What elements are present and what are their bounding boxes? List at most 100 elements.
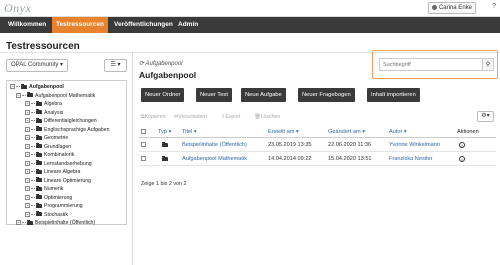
tree-node-label: Lineare Optimierung: [44, 177, 92, 184]
expand-icon[interactable]: +: [25, 194, 30, 200]
expand-icon[interactable]: +: [25, 143, 30, 149]
expand-icon[interactable]: +: [25, 186, 30, 192]
tree-connector: [31, 154, 35, 156]
tree-node[interactable]: + Optimierung: [25, 194, 72, 202]
tree-node-label: Analysis: [44, 109, 64, 116]
app-logo[interactable]: Onyx: [4, 1, 31, 16]
help-icon[interactable]: ?: [492, 3, 496, 10]
row-checkbox[interactable]: [141, 153, 146, 166]
tree-node-label: Englischsprachige Aufgaben: [44, 126, 110, 133]
nav-admin[interactable]: Admin: [174, 17, 202, 33]
tree-node[interactable]: + Analysis: [25, 109, 63, 117]
top-bar: Onyx Carina Enke ?: [0, 0, 500, 17]
expand-icon[interactable]: +: [16, 220, 21, 226]
new-task-button[interactable]: Neue Aufgabe: [241, 88, 286, 102]
community-label: OPAL Community: [11, 62, 59, 68]
new-folder-button[interactable]: Neuer Ordner: [141, 88, 185, 102]
info-icon[interactable]: i: [459, 153, 465, 166]
tree-connector: [31, 145, 35, 147]
refresh-icon[interactable]: ⟳: [139, 61, 144, 67]
folder-icon: [36, 177, 42, 183]
tree-node[interactable]: + Differentialgleichungen: [25, 117, 97, 125]
tree-node[interactable]: + Algebra: [25, 100, 62, 108]
col-titel[interactable]: Titel ▾: [182, 126, 197, 138]
expand-icon[interactable]: +: [25, 211, 30, 217]
table-row[interactable]: Aufgabenpool Mathematik 14.04.2014 09:22…: [139, 153, 496, 166]
copy-button[interactable]: ⧉ Kopieren: [141, 112, 165, 122]
tree-node[interactable]: + Kombinatorik: [25, 151, 74, 159]
tree-node[interactable]: + Lernstandserhebung: [25, 160, 92, 168]
expand-icon[interactable]: +: [25, 118, 30, 124]
expand-icon[interactable]: +: [25, 160, 30, 166]
nav-veroeffentlichungen[interactable]: Veröffentlichungen: [110, 17, 177, 33]
new-test-button[interactable]: Neuer Test: [196, 88, 232, 102]
tree-node-label: Stochastik: [44, 211, 68, 218]
community-dropdown[interactable]: OPAL Community ▾: [6, 59, 69, 72]
expand-icon[interactable]: +: [25, 101, 30, 107]
tree-node[interactable]: + Numerik: [25, 185, 63, 193]
col-autor[interactable]: Autor ▾: [389, 126, 407, 138]
delete-label: Löschen: [260, 114, 281, 120]
export-button[interactable]: ⇪ Export: [221, 112, 240, 122]
tree-node-label: Optimierung: [44, 194, 73, 201]
expand-icon[interactable]: +: [25, 109, 30, 115]
tree-node[interactable]: − Aufgabenpool: [10, 83, 64, 91]
expand-icon[interactable]: +: [25, 152, 30, 158]
breadcrumb-item[interactable]: Aufgabenpool: [145, 61, 182, 67]
new-questionnaire-button[interactable]: Neuer Fragebogen: [298, 88, 355, 102]
page-title: Testressourcen: [6, 41, 80, 52]
expand-icon[interactable]: +: [25, 177, 30, 183]
delete-button[interactable]: 🗑 Löschen: [254, 112, 280, 122]
row-created: 14.04.2014 09:22: [268, 156, 312, 162]
tree-connector: [31, 128, 35, 130]
nav-willkommen[interactable]: Willkommen: [4, 17, 50, 33]
tree-node[interactable]: + Stochastik: [25, 211, 68, 219]
col-typ[interactable]: Typ ▾: [158, 126, 171, 138]
expand-icon[interactable]: +: [25, 169, 30, 175]
select-all-checkbox[interactable]: [141, 126, 146, 138]
search-button[interactable]: ⚲: [483, 58, 494, 71]
row-title[interactable]: Aufgabenpool Mathematik: [182, 153, 247, 166]
collapse-icon[interactable]: −: [10, 84, 15, 90]
tree-node-label: Lineare Algebra: [44, 169, 81, 175]
tree-node-label: Beispielinhalte (Öffentlich): [35, 220, 96, 226]
import-content-button[interactable]: Inhalt importieren: [367, 88, 420, 102]
tree-node[interactable]: − Aufgabenpool Mathematik: [16, 92, 95, 100]
row-created: 23.05.2019 13:35: [268, 142, 312, 148]
folder-icon: [36, 134, 42, 140]
folder-icon: [162, 153, 170, 166]
folder-icon: [36, 202, 42, 208]
info-icon[interactable]: i: [459, 139, 465, 152]
tree-node-label: Kombinatorik: [44, 152, 75, 158]
collapse-icon[interactable]: −: [16, 92, 21, 98]
view-options-dropdown[interactable]: ☰ ▾: [104, 59, 127, 72]
row-author[interactable]: Yvonne Winkelmann: [389, 139, 440, 152]
user-menu-button[interactable]: Carina Enke: [427, 2, 476, 14]
move-button[interactable]: ⇄ Verschieben: [174, 112, 207, 122]
tree-node[interactable]: + Lineare Optimierung: [25, 177, 91, 185]
nav-testressourcen[interactable]: Testressourcen: [52, 17, 108, 33]
tree-node[interactable]: + Geometrie: [25, 134, 68, 142]
tree-connector: [31, 171, 35, 173]
tree-node-label: Geometrie: [44, 135, 69, 141]
row-checkbox[interactable]: [141, 139, 146, 152]
tree-node[interactable]: + Beispielinhalte (Öffentlich): [16, 219, 95, 227]
expand-icon[interactable]: +: [25, 203, 30, 209]
settings-dropdown[interactable]: ⚙▾: [477, 111, 494, 122]
expand-icon[interactable]: +: [25, 126, 30, 132]
tree-node[interactable]: + Grundlagen: [25, 143, 71, 151]
col-erstellt[interactable]: Erstellt am ▾: [268, 126, 299, 138]
row-author[interactable]: Franziska Nestler: [389, 153, 433, 166]
tree-node[interactable]: + Englischsprachige Aufgaben: [25, 126, 109, 134]
main-nav: Willkommen Testressourcen Veröffentlichu…: [0, 17, 500, 33]
tree-node[interactable]: + Lineare Algebra: [25, 168, 80, 176]
row-title[interactable]: Beispielinhalte (Öffentlich): [182, 139, 247, 152]
move-label: Verschieben: [178, 114, 207, 120]
folder-icon: [27, 219, 33, 225]
table-row[interactable]: Beispielinhalte (Öffentlich) 23.05.2019 …: [139, 139, 496, 152]
tree-node[interactable]: + Programmierung: [25, 202, 83, 210]
search-input[interactable]: [379, 58, 483, 71]
folder-icon: [36, 185, 42, 191]
col-geaendert[interactable]: Geändert am ▾: [328, 126, 365, 138]
expand-icon[interactable]: +: [25, 135, 30, 141]
